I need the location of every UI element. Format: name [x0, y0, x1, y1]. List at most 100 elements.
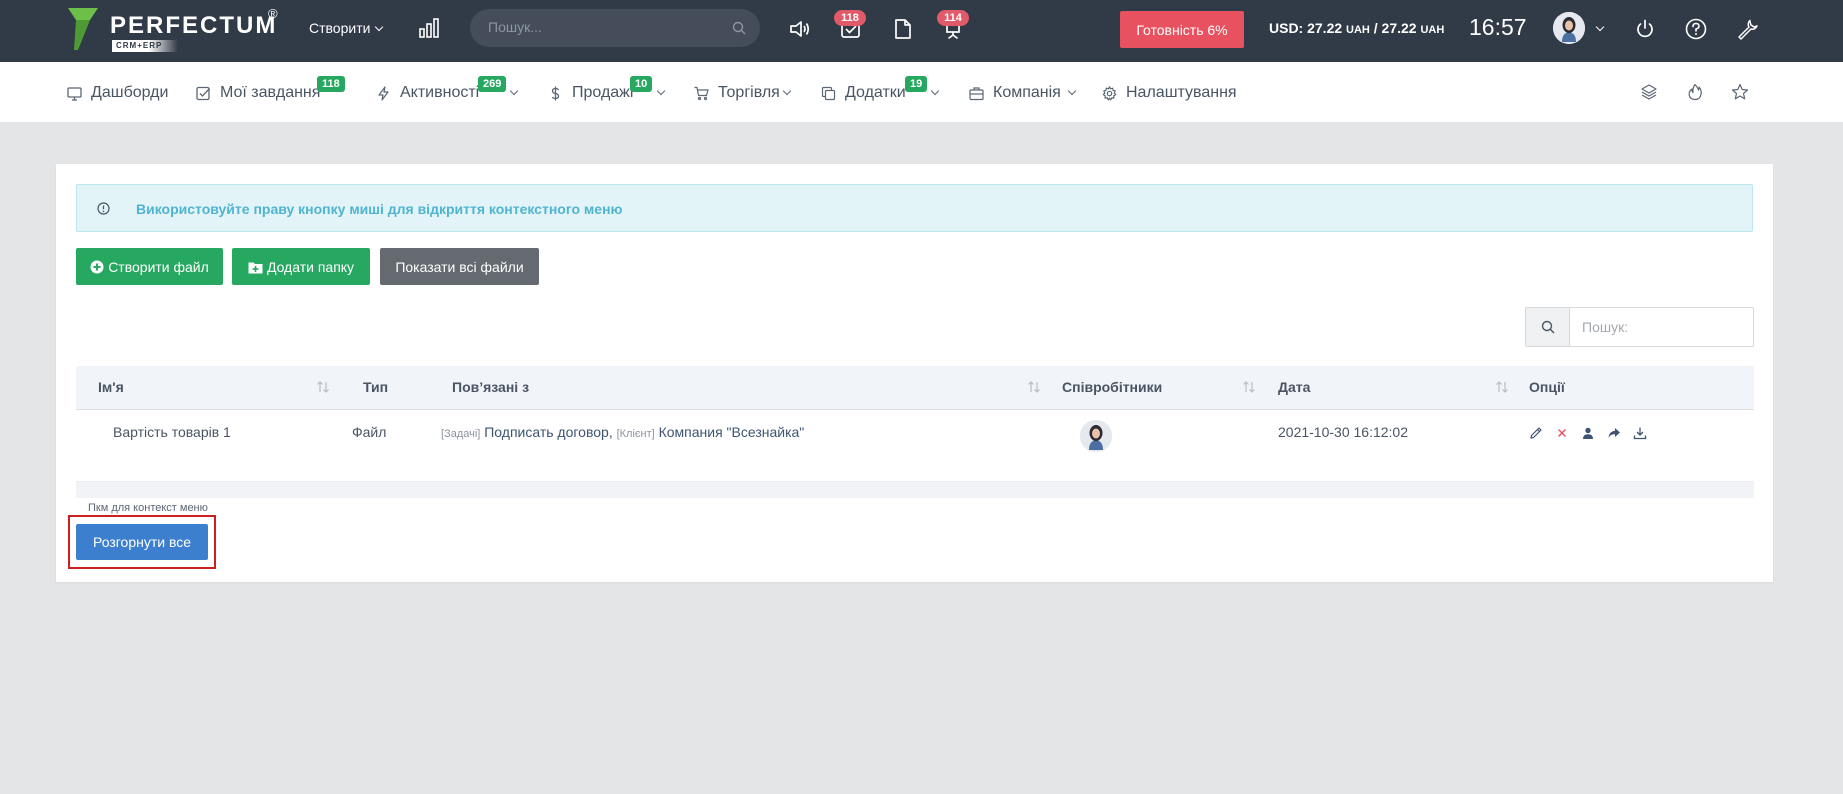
gear-icon [1102, 86, 1117, 101]
col-name[interactable]: Ім'я [98, 379, 124, 395]
checkbox-icon [196, 86, 210, 101]
briefcase-icon [969, 87, 984, 101]
create-dropdown[interactable]: Створити [309, 20, 384, 36]
clock: 16:57 [1469, 14, 1527, 40]
nav-settings-label: Налаштування [1126, 84, 1237, 101]
megaphone-icon[interactable] [788, 17, 812, 41]
row-name[interactable]: Вартість товарів 1 [113, 424, 231, 440]
col-options: Опції [1529, 379, 1565, 395]
delete-icon[interactable] [1555, 426, 1569, 440]
create-file-button[interactable]: Створити файл [76, 248, 223, 285]
cart-icon [694, 86, 709, 101]
top-bar: PERFECTUM ® CRM+ERP Створити 118 [0, 0, 1843, 62]
related-link-task[interactable]: Подписать договор, [484, 424, 612, 440]
show-all-files-button[interactable]: Показати всі файли [380, 248, 539, 285]
layers-icon[interactable] [1640, 83, 1658, 101]
currency-separator: / 27.22 [1369, 20, 1421, 36]
notifications-badge: 114 [937, 10, 969, 26]
table-footer [76, 482, 1754, 498]
power-icon[interactable] [1634, 18, 1656, 40]
chevron-down-icon [1067, 86, 1077, 96]
search-icon[interactable] [732, 21, 746, 35]
info-alert-text: Використовуйте праву кнопку миші для від… [136, 201, 623, 217]
user-avatar-image [1553, 12, 1585, 44]
search-icon [1541, 320, 1555, 334]
monitor-icon [67, 87, 82, 101]
sort-icon[interactable] [316, 381, 330, 393]
col-date[interactable]: Дата [1278, 379, 1310, 395]
chevron-down-icon[interactable] [1595, 22, 1605, 32]
related-tag-client: [Клієнт] [616, 428, 655, 440]
table-header: Ім'я Тип Пов’язані з Співробітники Дата … [76, 366, 1754, 410]
sort-icon[interactable] [1495, 381, 1509, 393]
create-label: Створити [309, 20, 371, 36]
wrench-icon[interactable] [1736, 18, 1758, 40]
logo-text: PERFECTUM [110, 12, 278, 39]
star-icon[interactable] [1731, 83, 1749, 101]
chevron-down-icon [930, 86, 940, 96]
employee-avatar[interactable] [1080, 420, 1112, 452]
share-icon[interactable] [1607, 426, 1621, 440]
logo-mark-icon [68, 8, 98, 50]
readiness-button[interactable]: Готовність 6% [1120, 11, 1244, 48]
chevron-down-icon [509, 86, 519, 96]
chevron-down-icon [656, 86, 666, 96]
logo-subtitle: CRM+ERP [112, 40, 178, 52]
main-nav: Дашборди Мої завдання 118 Активності 269… [0, 62, 1843, 123]
nav-activities-label: Активності [400, 84, 480, 101]
lightning-icon [378, 86, 389, 101]
related-link-client[interactable]: Компания "Всезнайка" [659, 424, 805, 440]
user-avatar[interactable] [1553, 12, 1585, 44]
sort-icon[interactable] [1242, 381, 1256, 393]
col-employees[interactable]: Співробітники [1062, 379, 1162, 395]
nav-my-tasks-badge: 118 [317, 76, 345, 92]
add-folder-button[interactable]: Додати папку [232, 248, 370, 285]
currency-rate: USD: 27.22 UAH / 27.22 UAH [1269, 20, 1444, 36]
nav-sales-badge: 10 [630, 76, 653, 92]
nav-addons-badge: 19 [905, 76, 928, 92]
dollar-icon [551, 86, 560, 101]
table-row[interactable]: Вартість товарів 1 Файл [Задачі] Подписа… [76, 410, 1754, 482]
chevron-down-icon [375, 22, 384, 32]
help-icon[interactable] [1685, 18, 1707, 40]
table-search-input[interactable] [1582, 319, 1742, 335]
context-menu-hint: Пкм для контекст меню [88, 502, 208, 514]
logo-registered: ® [268, 6, 278, 21]
sort-icon[interactable] [1027, 381, 1041, 393]
fire-icon[interactable] [1686, 83, 1704, 101]
files-card: Використовуйте праву кнопку миші для від… [56, 164, 1773, 582]
global-search[interactable] [470, 9, 760, 47]
nav-addons-label: Додатки [845, 84, 906, 101]
table-search[interactable] [1525, 307, 1754, 347]
col-related[interactable]: Пов’язані з [452, 379, 529, 395]
currency-uah-1: UAH [1346, 24, 1370, 36]
employee-avatar-image [1080, 420, 1112, 452]
plus-circle-icon [90, 260, 104, 273]
nav-activities-badge: 269 [478, 76, 507, 92]
nav-company-label: Компанія [993, 84, 1061, 101]
chevron-down-icon [782, 86, 792, 96]
nav-dashboards-label: Дашборди [91, 84, 169, 101]
edit-icon[interactable] [1529, 426, 1543, 440]
row-date: 2021-10-30 16:12:02 [1278, 424, 1408, 440]
nav-sales-label: Продажі [572, 84, 634, 101]
row-type: Файл [352, 424, 387, 440]
highlight-box [68, 515, 216, 569]
add-folder-label: Додати папку [266, 258, 355, 275]
download-icon[interactable] [1633, 426, 1647, 440]
global-search-input[interactable] [488, 19, 718, 35]
assign-icon[interactable] [1581, 426, 1595, 440]
nav-trade-label: Торгівля [718, 84, 780, 101]
file-icon[interactable] [891, 17, 915, 41]
tasks-badge: 118 [834, 10, 866, 26]
stats-icon[interactable] [418, 17, 440, 39]
table-search-addon [1526, 308, 1570, 346]
folder-plus-icon [248, 262, 263, 273]
row-related: [Задачі] Подписать договор, [Клієнт] Ком… [441, 424, 804, 440]
info-icon [97, 202, 110, 215]
copy-icon [821, 86, 836, 101]
info-alert: Використовуйте праву кнопку миші для від… [76, 184, 1753, 232]
create-file-label: Створити файл [108, 258, 209, 275]
col-type[interactable]: Тип [363, 379, 388, 395]
currency-usd: USD: 27.22 [1269, 20, 1343, 36]
